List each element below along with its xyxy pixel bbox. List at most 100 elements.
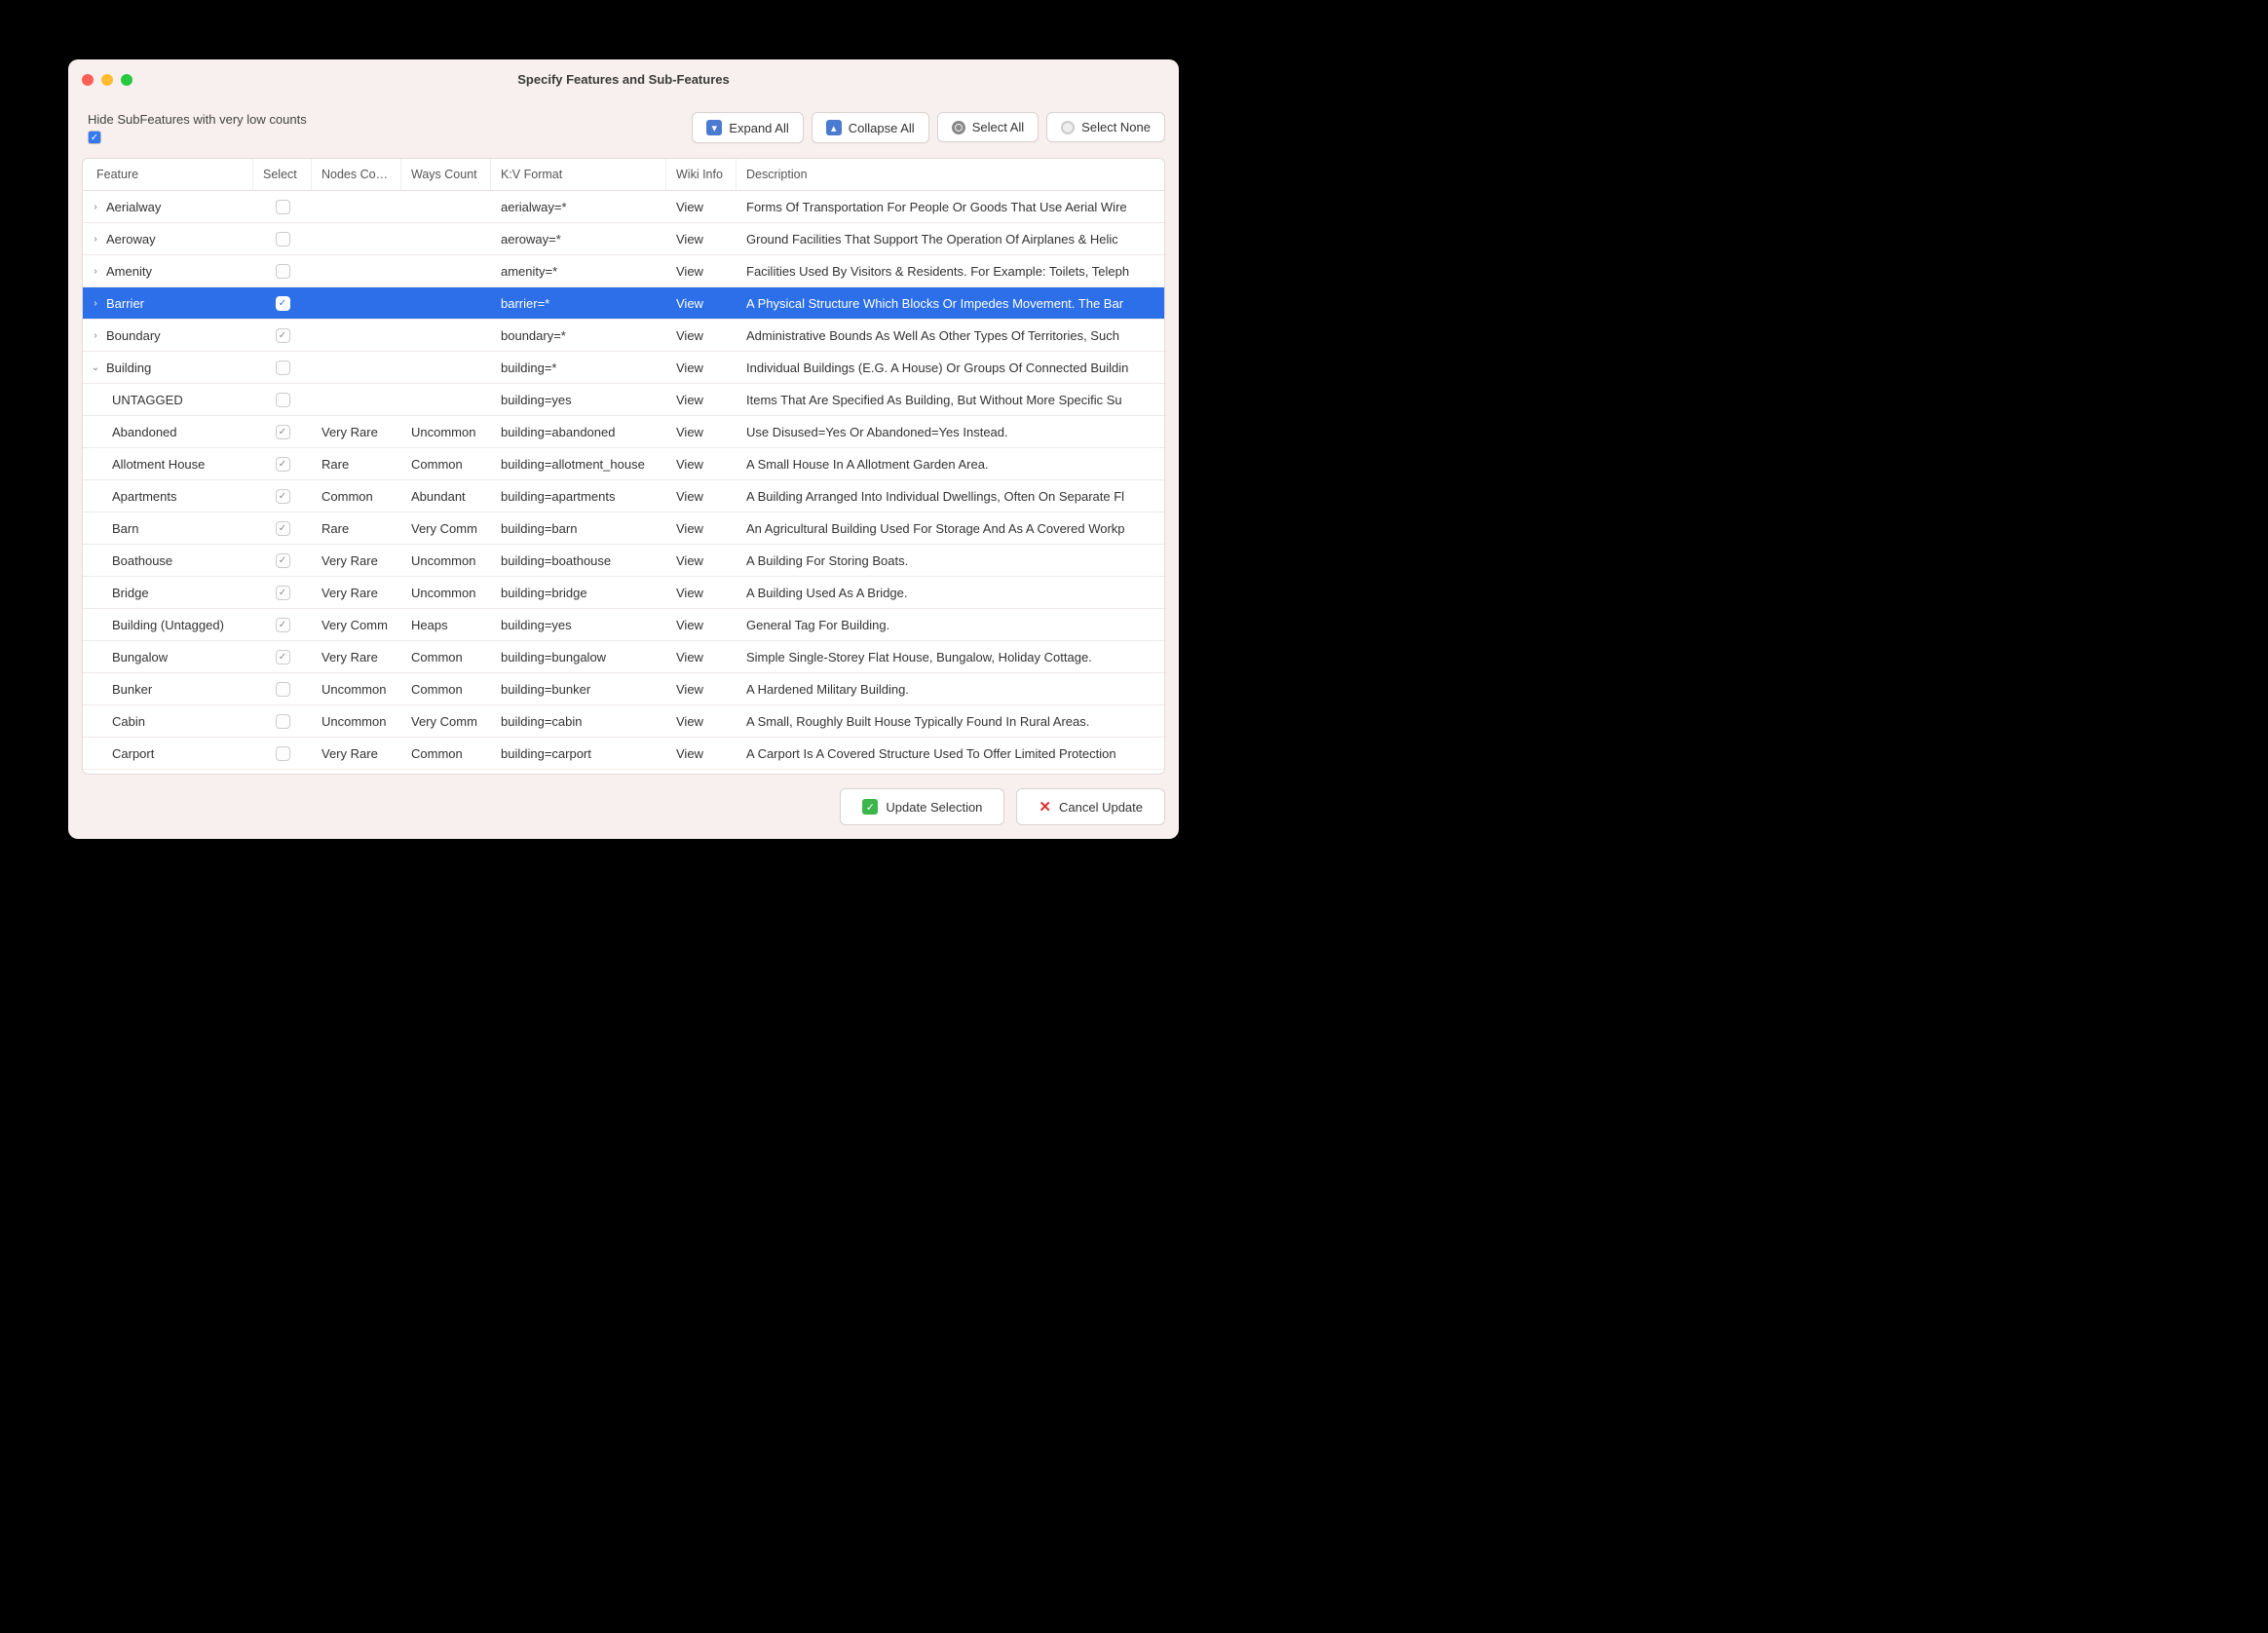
row-checkbox[interactable]: [276, 714, 290, 729]
table-row[interactable]: ›Barrierbarrier=*ViewA Physical Structur…: [83, 287, 1164, 320]
row-checkbox[interactable]: [276, 264, 290, 279]
select-cell: [253, 457, 312, 472]
row-checkbox[interactable]: [276, 425, 290, 439]
expand-all-button[interactable]: ▾ Expand All: [692, 112, 803, 143]
table-row[interactable]: Allotment HouseRareCommonbuilding=allotm…: [83, 448, 1164, 480]
feature-cell[interactable]: ›Barrier: [83, 296, 253, 311]
wiki-view-link[interactable]: View: [676, 586, 703, 600]
wiki-view-link[interactable]: View: [676, 200, 703, 214]
select-cell: [253, 361, 312, 375]
table-row[interactable]: ApartmentsCommonAbundantbuilding=apartme…: [83, 480, 1164, 513]
chevron-right-icon[interactable]: ›: [89, 298, 102, 309]
wiki-view-link[interactable]: View: [676, 714, 703, 729]
table-row[interactable]: ›Aerowayaeroway=*ViewGround Facilities T…: [83, 223, 1164, 255]
wiki-view-link[interactable]: View: [676, 650, 703, 665]
wiki-view-link[interactable]: View: [676, 457, 703, 472]
table-row[interactable]: CarportVery RareCommonbuilding=carportVi…: [83, 738, 1164, 770]
col-desc[interactable]: Description: [737, 159, 1164, 190]
row-checkbox[interactable]: [276, 746, 290, 761]
wiki-view-link[interactable]: View: [676, 361, 703, 375]
cancel-update-button[interactable]: ✕ Cancel Update: [1016, 788, 1165, 825]
table-row[interactable]: BarnRareVery Commbuilding=barnViewAn Agr…: [83, 513, 1164, 545]
row-checkbox[interactable]: [276, 232, 290, 247]
wiki-view-link[interactable]: View: [676, 296, 703, 311]
wiki-view-link[interactable]: View: [676, 425, 703, 439]
wiki-view-link[interactable]: View: [676, 489, 703, 504]
zoom-icon[interactable]: [121, 74, 132, 86]
wiki-view-link[interactable]: View: [676, 393, 703, 407]
row-checkbox[interactable]: [276, 682, 290, 697]
row-checkbox[interactable]: [276, 296, 290, 311]
feature-cell[interactable]: Boathouse: [83, 553, 253, 568]
wiki-view-link[interactable]: View: [676, 264, 703, 279]
feature-cell[interactable]: Abandoned: [83, 425, 253, 439]
close-icon[interactable]: [82, 74, 94, 86]
row-checkbox[interactable]: [276, 521, 290, 536]
table-row[interactable]: AbandonedVery RareUncommonbuilding=aband…: [83, 416, 1164, 448]
row-checkbox[interactable]: [276, 393, 290, 407]
col-ways[interactable]: Ways Count: [401, 159, 491, 190]
kv-format: aerialway=*: [491, 200, 666, 214]
feature-cell[interactable]: Carport: [83, 746, 253, 761]
chevron-right-icon[interactable]: ›: [89, 202, 102, 212]
wiki-view-link[interactable]: View: [676, 232, 703, 247]
feature-cell[interactable]: ›Amenity: [83, 264, 253, 279]
col-nodes[interactable]: Nodes Co…: [312, 159, 401, 190]
table-row[interactable]: ›Amenityamenity=*ViewFacilities Used By …: [83, 255, 1164, 287]
table-row[interactable]: CabinUncommonVery Commbuilding=cabinView…: [83, 705, 1164, 738]
row-checkbox[interactable]: [276, 618, 290, 632]
update-selection-button[interactable]: ✓ Update Selection: [840, 788, 1004, 825]
row-checkbox[interactable]: [276, 361, 290, 375]
wiki-view-link[interactable]: View: [676, 618, 703, 632]
row-checkbox[interactable]: [276, 457, 290, 472]
table-row[interactable]: Building (Untagged)Very CommHeapsbuildin…: [83, 609, 1164, 641]
feature-cell[interactable]: Building (Untagged): [83, 618, 253, 632]
collapse-all-button[interactable]: ▴ Collapse All: [812, 112, 929, 143]
table-row[interactable]: ›Aerialwayaerialway=*ViewForms Of Transp…: [83, 191, 1164, 223]
table-row[interactable]: ›Boundaryboundary=*ViewAdministrative Bo…: [83, 320, 1164, 352]
select-all-button[interactable]: Select All: [937, 112, 1039, 142]
feature-cell[interactable]: ⌄Building: [83, 361, 253, 375]
feature-cell[interactable]: Cabin: [83, 714, 253, 729]
wiki-view-link[interactable]: View: [676, 682, 703, 697]
feature-cell[interactable]: Bunker: [83, 682, 253, 697]
wiki-view-link[interactable]: View: [676, 553, 703, 568]
table-row[interactable]: BoathouseVery RareUncommonbuilding=boath…: [83, 545, 1164, 577]
wiki-view-link[interactable]: View: [676, 746, 703, 761]
col-feature[interactable]: Feature: [83, 159, 253, 190]
feature-cell[interactable]: ›Boundary: [83, 328, 253, 343]
wiki-view-link[interactable]: View: [676, 328, 703, 343]
chevron-down-icon[interactable]: ⌄: [89, 362, 102, 373]
hide-subfeatures-checkbox[interactable]: [88, 131, 101, 144]
col-select[interactable]: Select: [253, 159, 312, 190]
row-checkbox[interactable]: [276, 489, 290, 504]
chevron-right-icon[interactable]: ›: [89, 266, 102, 277]
row-checkbox[interactable]: [276, 200, 290, 214]
col-kv[interactable]: K:V Format: [491, 159, 666, 190]
chevron-right-icon[interactable]: ›: [89, 234, 102, 245]
chevron-right-icon[interactable]: ›: [89, 330, 102, 341]
feature-cell[interactable]: Allotment House: [83, 457, 253, 472]
row-checkbox[interactable]: [276, 650, 290, 665]
feature-cell[interactable]: Apartments: [83, 489, 253, 504]
row-checkbox[interactable]: [276, 553, 290, 568]
wiki-view-link[interactable]: View: [676, 521, 703, 536]
table-body[interactable]: ›Aerialwayaerialway=*ViewForms Of Transp…: [83, 191, 1164, 774]
feature-cell[interactable]: Bungalow: [83, 650, 253, 665]
table-row[interactable]: BunkerUncommonCommonbuilding=bunkerViewA…: [83, 673, 1164, 705]
row-checkbox[interactable]: [276, 586, 290, 600]
select-none-button[interactable]: Select None: [1046, 112, 1165, 142]
feature-cell[interactable]: ›Aeroway: [83, 232, 253, 247]
feature-cell[interactable]: Bridge: [83, 586, 253, 600]
feature-cell[interactable]: UNTAGGED: [83, 393, 253, 407]
table-row[interactable]: BungalowVery RareCommonbuilding=bungalow…: [83, 641, 1164, 673]
table-row[interactable]: UNTAGGEDbuilding=yesViewItems That Are S…: [83, 384, 1164, 416]
table-row[interactable]: ⌄Buildingbuilding=*ViewIndividual Buildi…: [83, 352, 1164, 384]
description: Items That Are Specified As Building, Bu…: [737, 393, 1164, 407]
feature-cell[interactable]: Barn: [83, 521, 253, 536]
col-wiki[interactable]: Wiki Info: [666, 159, 737, 190]
table-row[interactable]: BridgeVery RareUncommonbuilding=bridgeVi…: [83, 577, 1164, 609]
feature-cell[interactable]: ›Aerialway: [83, 200, 253, 214]
row-checkbox[interactable]: [276, 328, 290, 343]
minimize-icon[interactable]: [101, 74, 113, 86]
